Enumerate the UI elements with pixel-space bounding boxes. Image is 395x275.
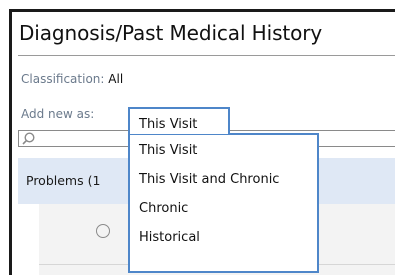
classification-value[interactable]: All — [108, 72, 123, 86]
add-new-label: Add new as: — [21, 107, 95, 121]
classification-label: Classification: — [21, 72, 105, 86]
option-chronic[interactable]: Chronic — [139, 201, 188, 216]
problems-label: Problems (1 — [26, 173, 101, 188]
classification-filter[interactable]: Classification: All — [21, 72, 123, 86]
panel-title: Diagnosis/Past Medical History — [19, 21, 323, 45]
medical-history-panel: Diagnosis/Past Medical History Classific… — [9, 9, 395, 275]
add-new-as-select[interactable]: This Visit — [128, 107, 230, 134]
option-this-visit-and-chronic[interactable]: This Visit and Chronic — [139, 172, 279, 187]
title-divider — [18, 55, 395, 56]
search-icon — [22, 132, 35, 145]
add-new-as-dropdown: This Visit This Visit and Chronic Chroni… — [128, 133, 319, 273]
row-status-icon[interactable] — [96, 224, 110, 238]
option-historical[interactable]: Historical — [139, 230, 200, 245]
option-this-visit[interactable]: This Visit — [139, 143, 197, 158]
